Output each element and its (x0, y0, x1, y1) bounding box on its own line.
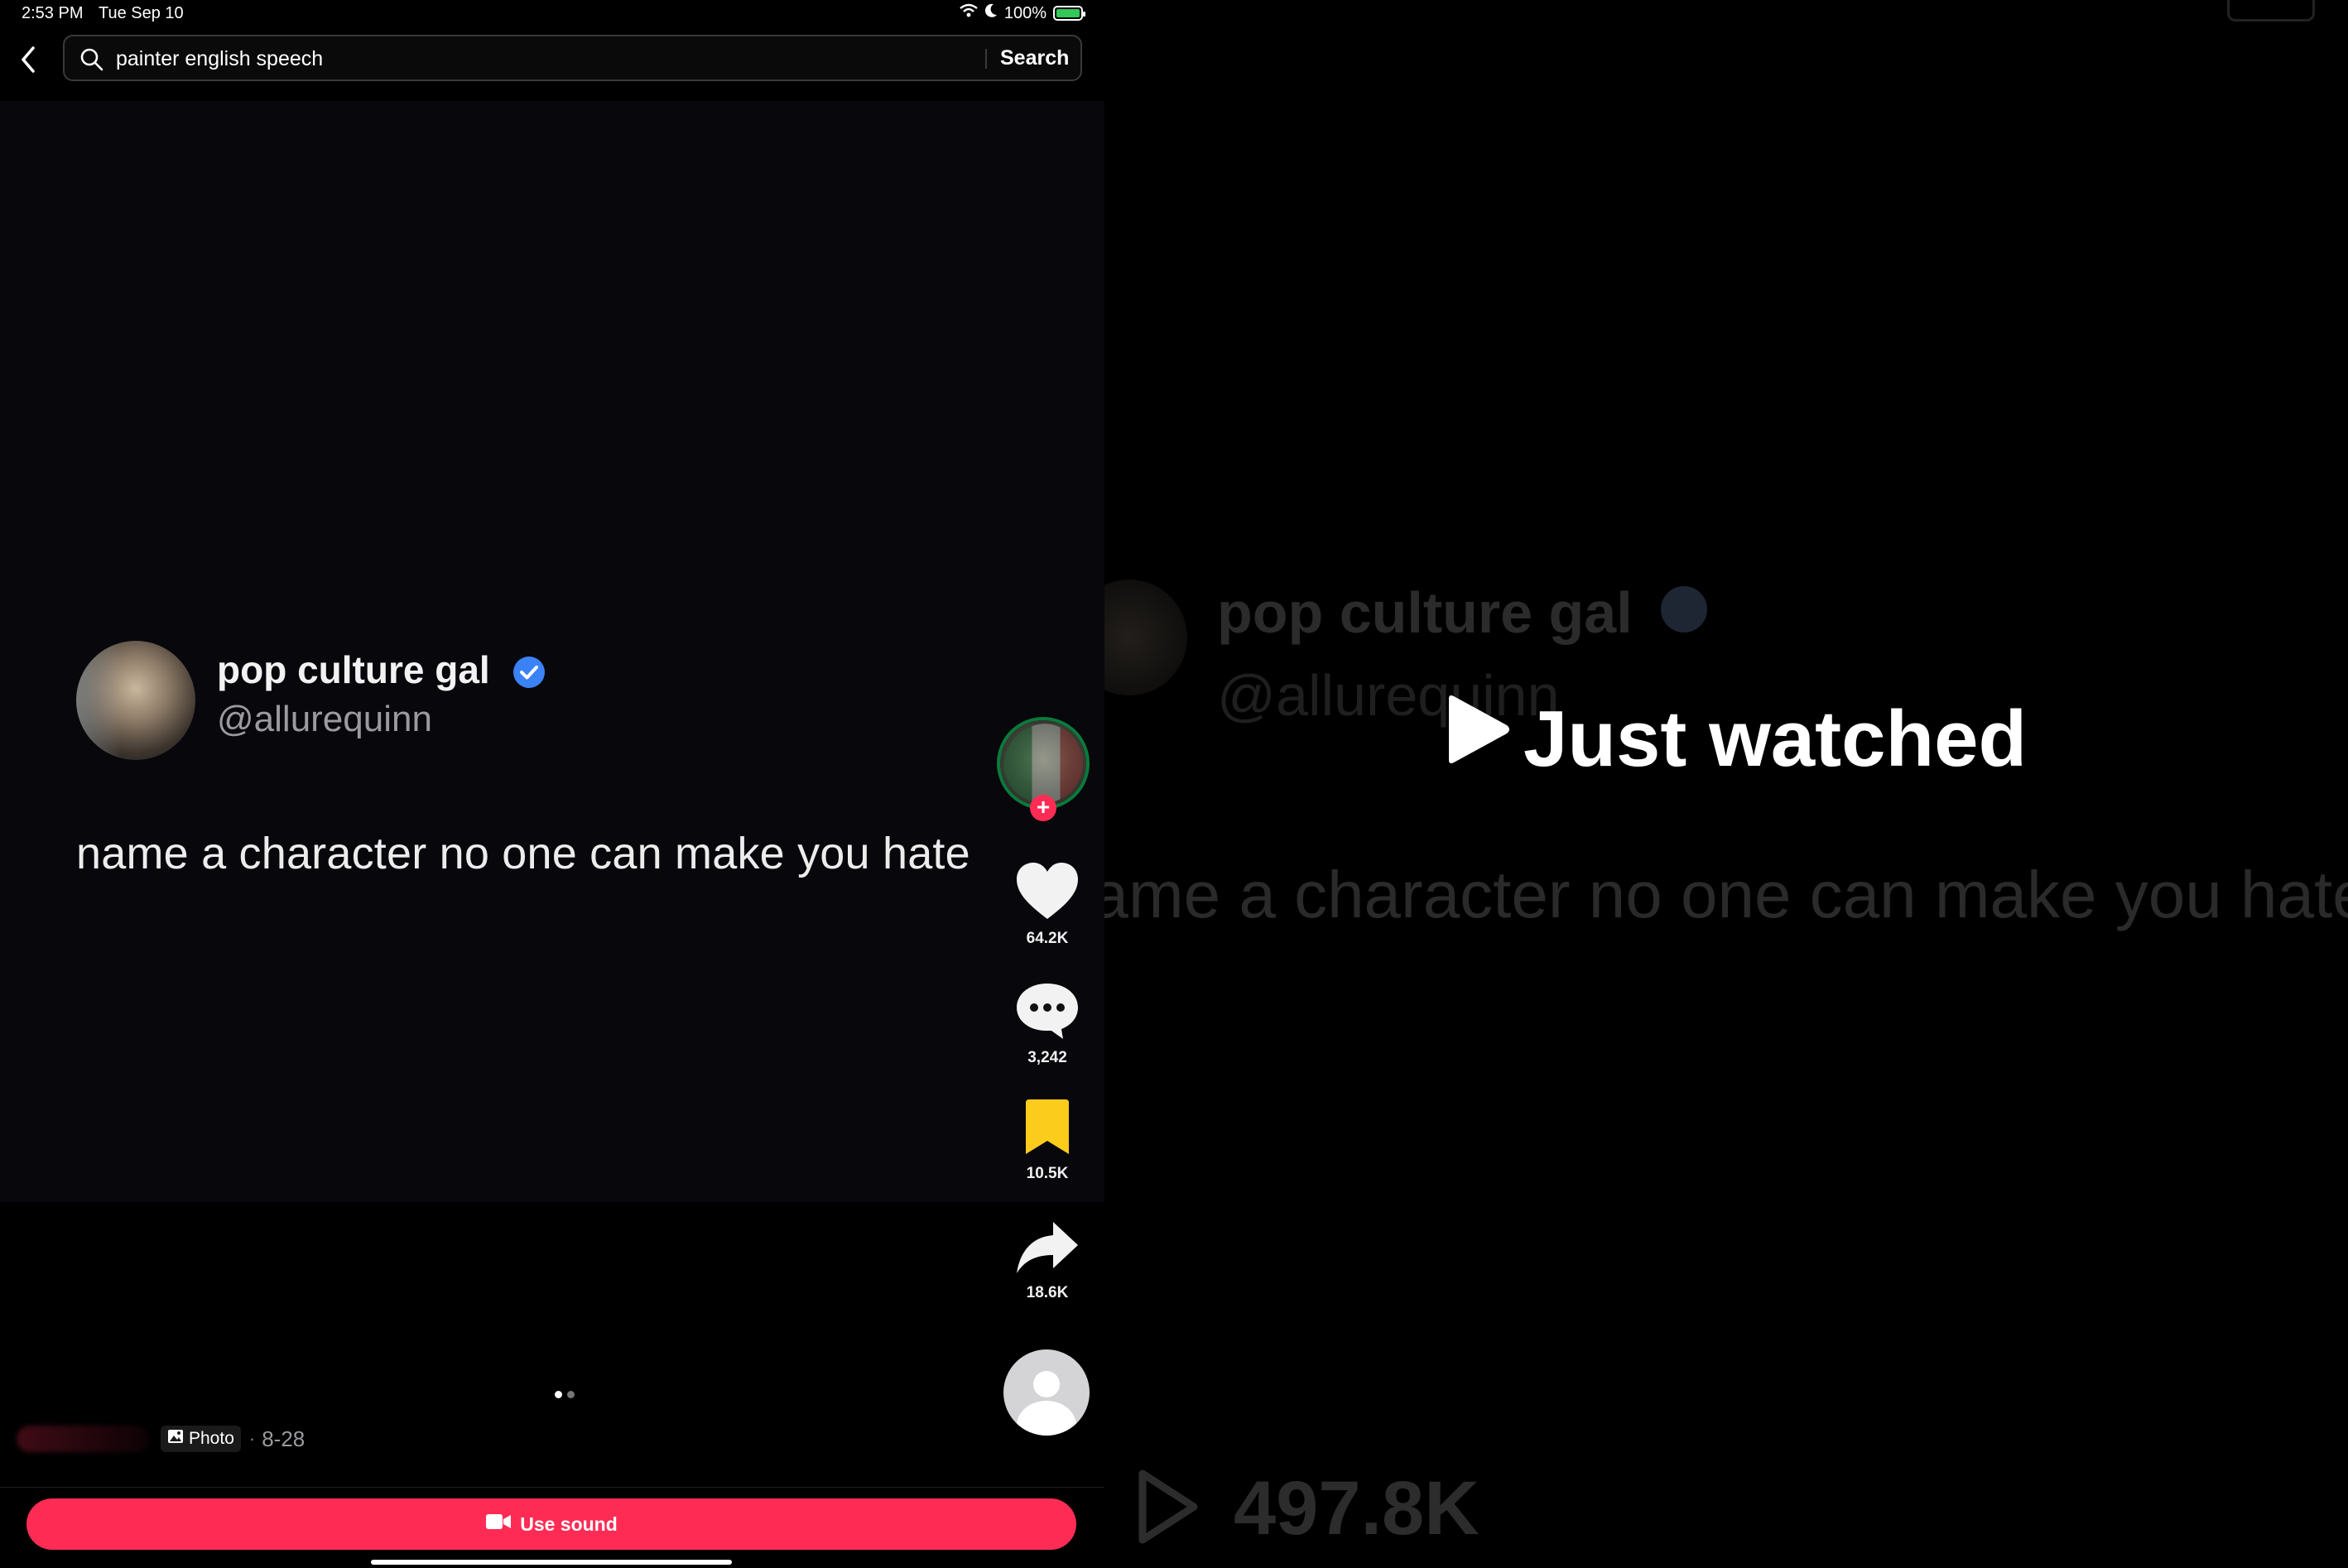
carousel-page-indicator (555, 1391, 575, 1398)
corner-decoration (2227, 0, 2315, 22)
use-sound-label: Use sound (520, 1513, 618, 1535)
comment-icon (1013, 984, 1081, 1045)
post-text: name a character no one can make you hat… (76, 829, 970, 878)
view-count: 497.8K (1234, 1466, 1480, 1551)
post-meta-row: Photo · 8-28 (17, 1426, 305, 1452)
search-input[interactable] (114, 41, 1020, 76)
page-dot (567, 1391, 575, 1398)
wifi-icon (960, 3, 978, 23)
share-button[interactable]: 18.6K (994, 1219, 1101, 1302)
status-bar: 2:53 PM Tue Sep 10 100% (0, 0, 1104, 31)
like-count: 64.2K (1026, 930, 1069, 947)
battery-icon (1053, 6, 1085, 21)
default-avatar-head (1033, 1371, 1060, 1397)
photo-icon (167, 1429, 184, 1449)
preview-verified-icon (1661, 586, 1707, 632)
left-pane: 2:53 PM Tue Sep 10 100% Search pop cultu… (0, 0, 1104, 1568)
sound-disc[interactable] (1003, 1349, 1090, 1436)
like-button[interactable]: 64.2K (994, 859, 1101, 948)
post-date: 8-28 (262, 1426, 306, 1451)
post-author-avatar (76, 641, 195, 760)
just-watched-text: Just watched (1523, 694, 2028, 783)
post-author-handle: @allurequinn (217, 699, 432, 739)
bookmark-icon (1021, 1099, 1074, 1161)
heart-icon (1013, 863, 1081, 926)
default-avatar-body (1017, 1401, 1076, 1436)
home-indicator (371, 1560, 732, 1565)
view-count-row: 497.8K (1134, 1465, 1480, 1552)
use-sound-button[interactable]: Use sound (26, 1498, 1076, 1550)
share-icon (1013, 1222, 1081, 1280)
moon-icon (984, 3, 998, 23)
search-icon (79, 47, 104, 76)
bottom-divider (0, 1487, 1104, 1488)
search-bar: Search (63, 35, 1082, 81)
battery-percentage: 100% (1003, 3, 1046, 22)
just-watched-label: Just watched (1441, 692, 2027, 786)
photo-label: Photo (189, 1429, 234, 1448)
preview-post-text: name a character no one can make you hat… (1104, 858, 2348, 931)
status-indicators: 100% (960, 3, 1085, 23)
comment-count: 3,242 (1027, 1049, 1067, 1066)
back-icon[interactable] (17, 43, 41, 76)
share-count: 18.6K (1026, 1284, 1069, 1301)
photo-type-chip: Photo (161, 1426, 241, 1452)
right-pane-preview[interactable]: pop culture gal @allurequinn name a char… (1104, 0, 2348, 1568)
video-camera-icon (485, 1513, 512, 1536)
meta-separator: · (248, 1428, 256, 1449)
play-icon (1441, 692, 1512, 786)
status-time: 2:53 PM (22, 4, 84, 22)
preview-author-avatar (1104, 580, 1187, 695)
play-icon (1134, 1467, 1200, 1551)
photo-post-viewer[interactable]: pop culture gal @allurequinn name a char… (0, 101, 1104, 1202)
page-dot-active (555, 1391, 562, 1398)
search-divider (985, 49, 987, 69)
post-author-name: pop culture gal (217, 648, 490, 691)
bookmark-button[interactable]: 10.5K (994, 1098, 1101, 1183)
comment-button[interactable]: 3,242 (994, 979, 1101, 1067)
status-date: Tue Sep 10 (99, 4, 184, 22)
verified-icon (511, 654, 547, 695)
preview-author-name: pop culture gal (1217, 580, 1633, 645)
search-button[interactable]: Search (1000, 41, 1069, 75)
follow-button[interactable]: + (1030, 795, 1056, 821)
bookmark-count: 10.5K (1026, 1165, 1069, 1182)
author-name-blurred[interactable] (17, 1426, 149, 1452)
